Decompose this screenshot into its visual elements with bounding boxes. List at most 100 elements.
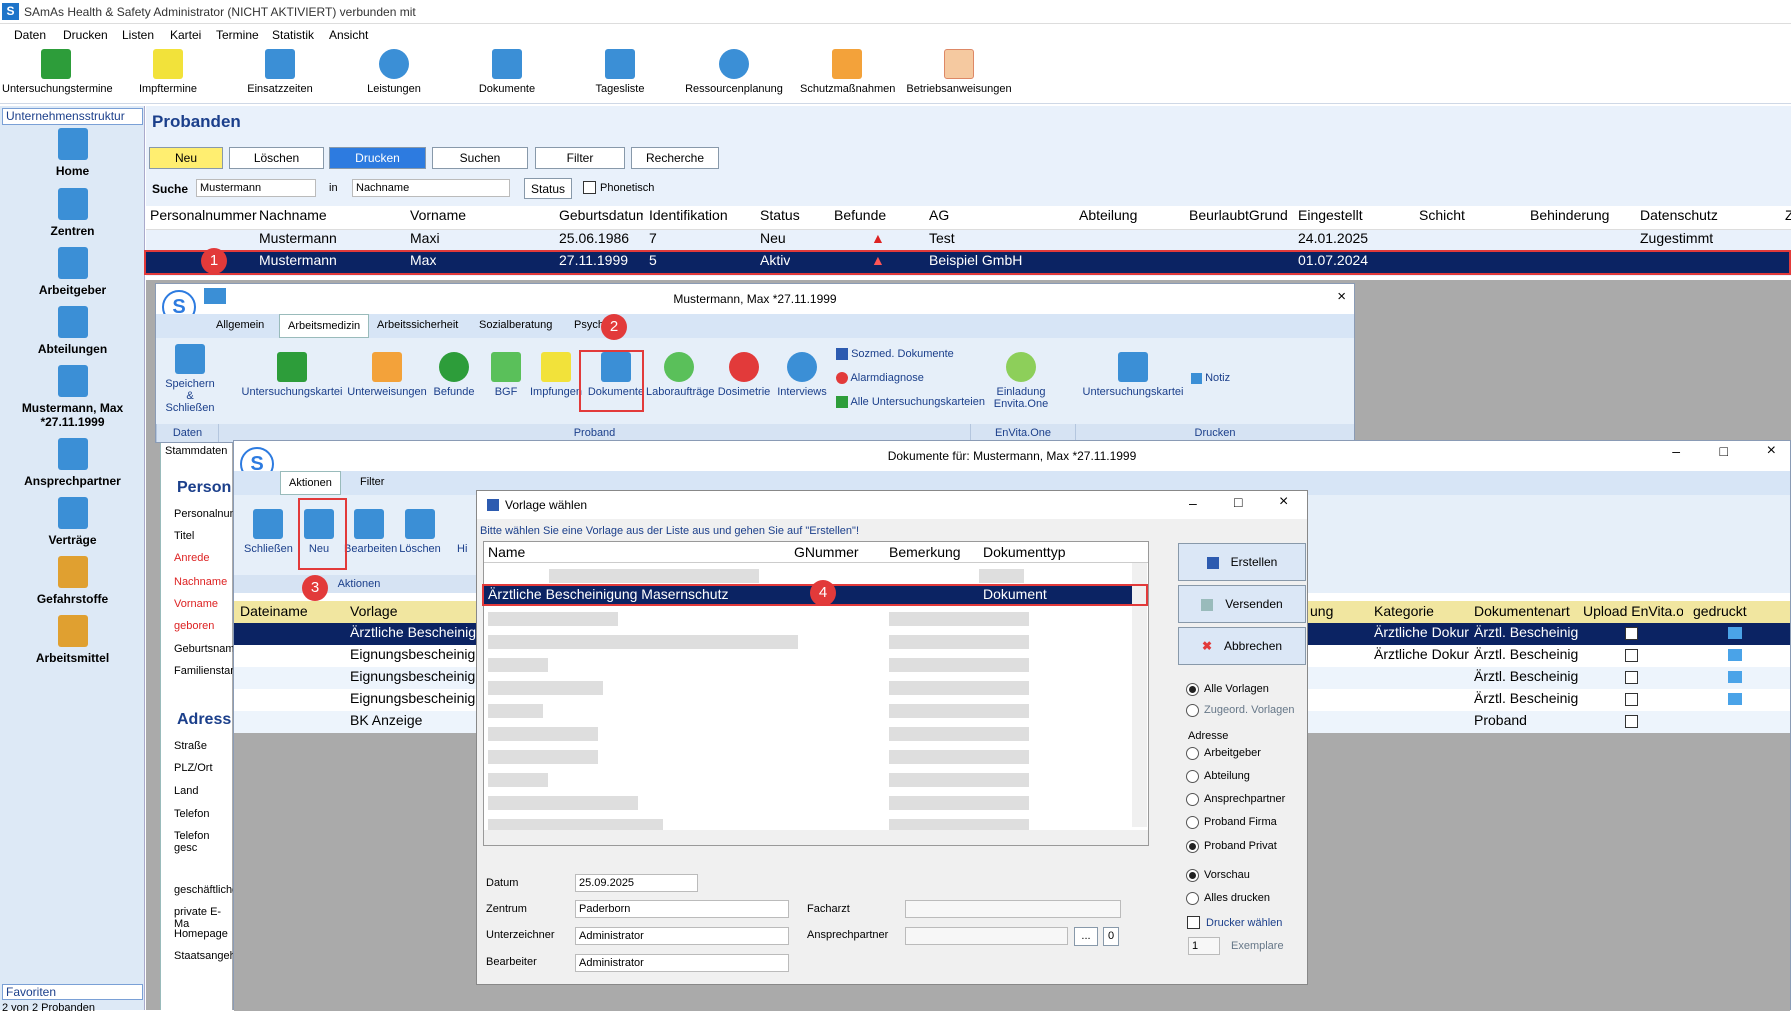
tab-arbeitssicherheit[interactable]: Arbeitssicherheit [377,319,458,331]
tagesliste-button[interactable]: Tagesliste [580,49,660,95]
col-dokumentenart[interactable]: Dokumentenart [1474,603,1570,619]
favorites-header[interactable]: Favoriten [2,984,143,1000]
col-eingestellt[interactable]: Eingestellt [1298,207,1363,227]
abteilung-radio[interactable]: Abteilung [1186,770,1250,783]
col-schicht[interactable]: Schicht [1419,207,1465,227]
exemplare-stepper[interactable]: 1 [1188,937,1220,955]
menu-termine[interactable]: Termine [216,28,259,42]
col-dokumenttyp[interactable]: Dokumenttyp [983,544,1065,560]
upload-checkbox[interactable] [1625,671,1638,684]
col-kategorie[interactable]: Kategorie [1374,603,1434,619]
maximize-icon[interactable]: □ [1234,494,1242,510]
datum-input[interactable]: 25.09.2025 [575,874,698,892]
status-button[interactable]: Status [524,178,572,199]
col-personalnummer[interactable]: Personalnummer [150,207,257,227]
upload-checkbox[interactable] [1625,693,1638,706]
untersuchungstermine-button[interactable]: Untersuchungstermine [2,49,113,95]
erstellen-button[interactable]: Erstellen [1178,543,1306,581]
ansprechpartner-input[interactable] [905,927,1068,945]
neu-button[interactable]: Neu [149,147,223,169]
col-bemerkung[interactable]: Bemerkung [889,544,961,560]
search-input[interactable]: Mustermann [196,179,316,197]
interviews-button[interactable]: Interviews [774,352,830,398]
printer-icon[interactable] [1728,671,1742,683]
nav-abteilungen[interactable]: Abteilungen [0,306,145,356]
nav-arbeitsmittel[interactable]: Arbeitsmittel [0,615,145,665]
col-befunde[interactable]: Befunde [834,207,886,227]
labor-button[interactable]: Laboraufträge [646,352,715,398]
loeschen-button[interactable]: Löschen [229,147,324,169]
abbrechen-button[interactable]: ✖ Abbrechen [1178,627,1306,665]
filter-button[interactable]: Filter [535,147,625,169]
col-nachname[interactable]: Nachname [259,207,327,227]
notiz-button[interactable]: Notiz [1191,372,1230,384]
tab-filter[interactable]: Filter [360,476,384,488]
proband-firma-radio[interactable]: Proband Firma [1186,816,1277,829]
tab-stammdaten[interactable]: Stammdaten [165,445,227,457]
upload-checkbox[interactable] [1625,627,1638,640]
impftermine-button[interactable]: Impftermine [128,49,208,95]
col-identifikation[interactable]: Identifikation [649,207,728,227]
col-ung[interactable]: ung [1310,603,1333,619]
printer-icon[interactable] [1728,693,1742,705]
nav-gefahrstoffe[interactable]: Gefahrstoffe [0,556,145,606]
col-upload[interactable]: Upload EnVita.or [1583,603,1683,619]
col-beurlaubtgrund[interactable]: BeurlaubtGrund [1189,207,1288,227]
close-icon[interactable]: × [1767,442,1776,460]
menu-statistik[interactable]: Statistik [272,28,314,42]
alles-drucken-radio[interactable]: Alles drucken [1186,892,1270,905]
col-ag[interactable]: AG [929,207,949,227]
bearbeiten-button[interactable]: Bearbeiten [344,509,397,555]
dokumente-button[interactable]: Dokumente [467,49,547,95]
unterzeichner-select[interactable]: Administrator [575,927,789,945]
tab-aktionen[interactable]: Aktionen [280,471,341,495]
printer-icon[interactable] [1728,627,1742,639]
horizontal-scrollbar[interactable] [484,830,1148,845]
suchen-button[interactable]: Suchen [432,147,528,169]
maximize-icon[interactable]: □ [1720,443,1728,459]
print-kartei-button[interactable]: Untersuchungskartei [1081,352,1185,398]
tab-sozialberatung[interactable]: Sozialberatung [479,319,552,331]
befunde-button[interactable]: Befunde [428,352,480,398]
zentrum-select[interactable]: Paderborn [575,900,789,918]
col-vorlage[interactable]: Vorlage [350,603,397,619]
bgf-button[interactable]: BGF [486,352,526,398]
search-field-select[interactable]: Nachname [352,179,510,197]
menu-ansicht[interactable]: Ansicht [329,28,368,42]
col-geburtsdatum[interactable]: Geburtsdatum [559,207,643,227]
hi-button[interactable]: Hi [457,543,467,555]
ressourcenplanung-button[interactable]: Ressourcenplanung [684,49,784,95]
sozmed-button[interactable]: Sozmed. Dokumente [836,348,954,361]
col-name[interactable]: Name [488,544,525,560]
col-status[interactable]: Status [760,207,800,227]
bearbeiter-select[interactable]: Administrator [575,954,789,972]
minimize-icon[interactable]: – [1189,495,1197,511]
phonetisch-checkbox[interactable] [583,181,596,194]
close-icon[interactable]: × [1279,493,1288,511]
menu-kartei[interactable]: Kartei [170,28,201,42]
upload-checkbox[interactable] [1625,649,1638,662]
speichern-button[interactable]: Speichern & Schließen [162,344,218,414]
drucker-waehlen-checkbox[interactable] [1187,916,1200,929]
betriebsanweisungen-button[interactable]: Betriebsanweisungen [906,49,1012,95]
col-gnummer[interactable]: GNummer [794,544,859,560]
zugeordnete-vorlagen-radio[interactable]: Zugeord. Vorlagen [1186,704,1295,717]
arbeitgeber-radio[interactable]: Arbeitgeber [1186,747,1261,760]
loeschen-doc-button[interactable]: Löschen [397,509,443,555]
col-vorname[interactable]: Vorname [410,207,466,227]
leistungen-button[interactable]: Leistungen [354,49,434,95]
col-datenschutz[interactable]: Datenschutz [1640,207,1718,227]
proband-privat-radio[interactable]: Proband Privat [1186,840,1277,853]
nav-ansprechpartner[interactable]: Ansprechpartner [0,438,145,488]
menu-listen[interactable]: Listen [122,28,154,42]
ansprechpartner-radio[interactable]: Ansprechpartner [1186,793,1285,806]
tab-psych[interactable]: Psych [574,319,604,331]
alarmdiagnose-button[interactable]: Alarmdiagnose [836,372,924,385]
alle-vorlagen-radio[interactable]: Alle Vorlagen [1186,683,1269,696]
nav-proband[interactable]: Mustermann, Max *27.11.1999 [0,365,145,429]
table-row[interactable]: Mustermann Maxi 25.06.1986 7 Neu ▲ Test … [146,229,1791,251]
printer-icon[interactable] [1728,649,1742,661]
upload-checkbox[interactable] [1625,715,1638,728]
facharzt-select[interactable] [905,900,1121,918]
tab-allgemein[interactable]: Allgemein [216,319,264,331]
